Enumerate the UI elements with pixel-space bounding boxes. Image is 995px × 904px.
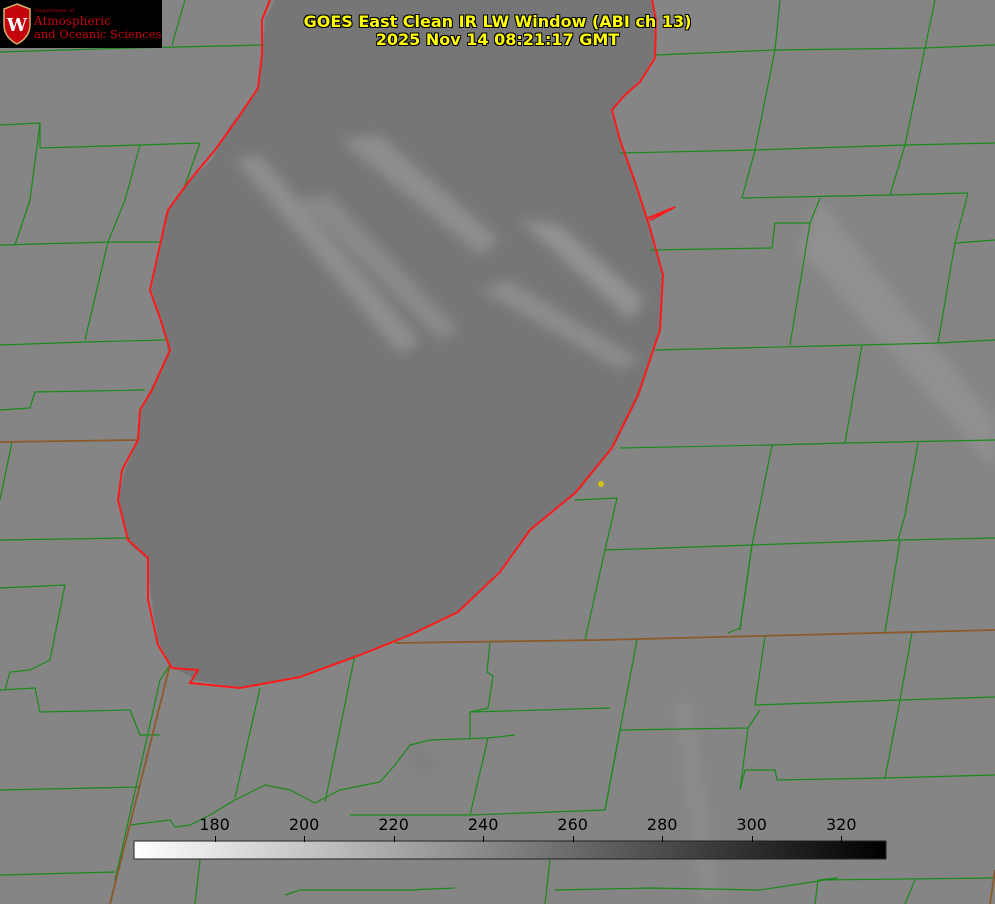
image-title: GOES East Clean IR LW Window (ABI ch 13) xyxy=(303,12,692,31)
colorbar-gradient xyxy=(133,840,887,860)
location-marker xyxy=(598,481,604,487)
image-timestamp: 2025 Nov 14 08:21:17 GMT xyxy=(375,30,620,49)
satellite-image: W Department of Atmospheric and Oceanic … xyxy=(0,0,995,904)
map-overlay xyxy=(0,0,995,904)
